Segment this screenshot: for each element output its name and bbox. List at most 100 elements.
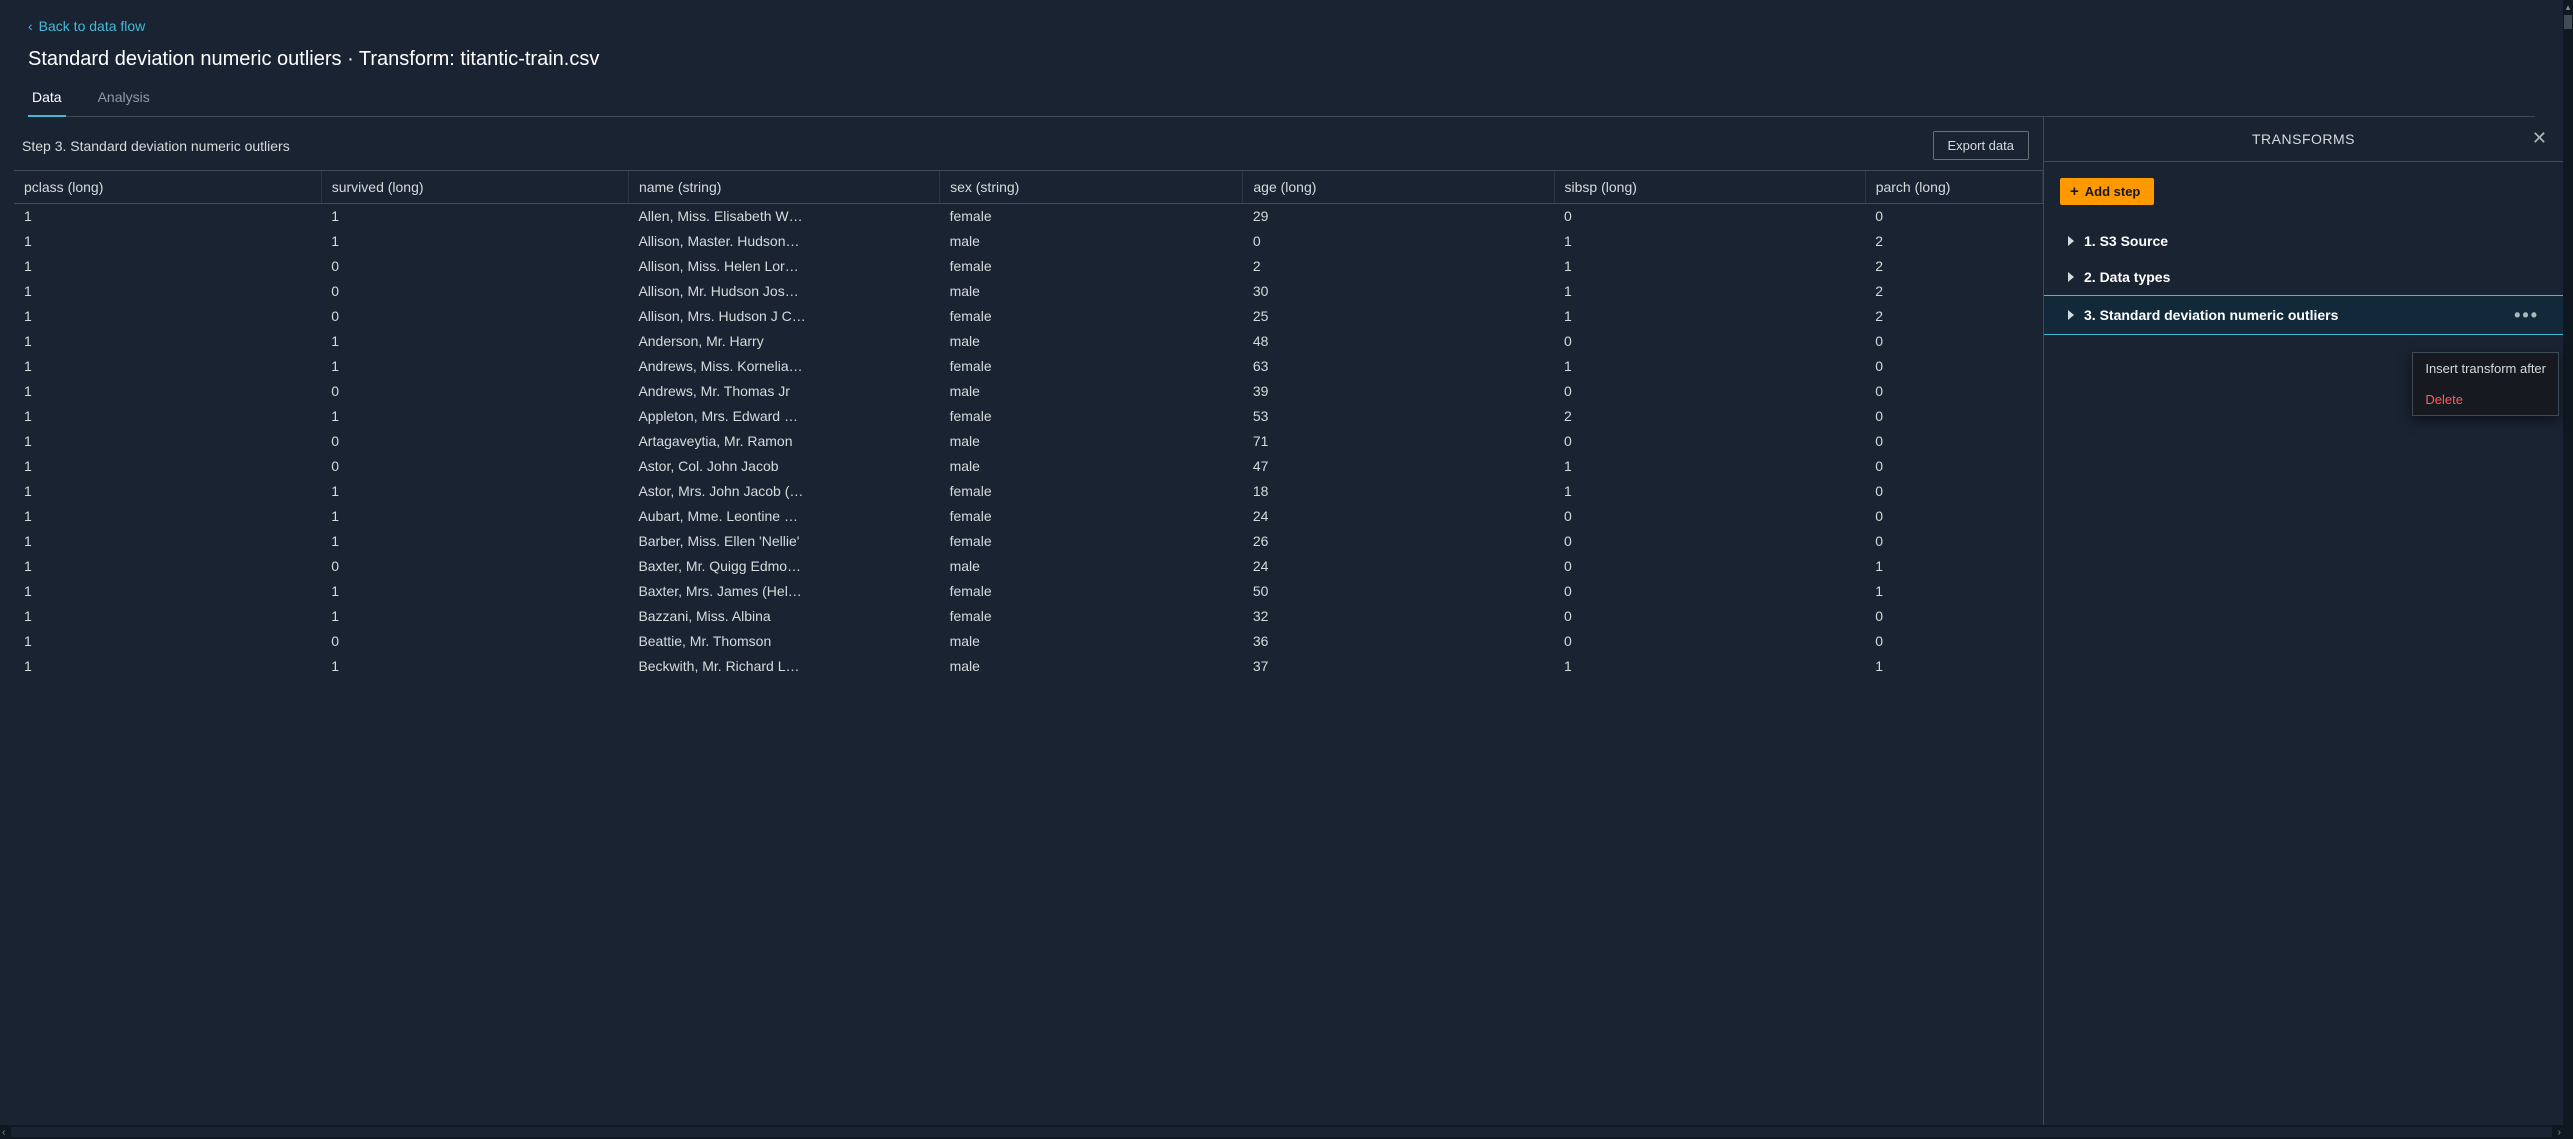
transform-step[interactable]: 3. Standard deviation numeric outliers••…: [2044, 295, 2563, 335]
cell: 0: [1865, 504, 2042, 529]
cell: female: [940, 204, 1243, 229]
cell: 1: [321, 354, 628, 379]
cell: Anderson, Mr. Harry: [628, 329, 939, 354]
table-row[interactable]: 11Aubart, Mme. Leontine …female2400: [14, 504, 2043, 529]
cell: 1: [14, 329, 321, 354]
transforms-panel: TRANSFORMS ✕ + Add step 1. S3 Source2. D…: [2043, 117, 2563, 1125]
cell: 0: [1865, 354, 2042, 379]
cell: 1: [14, 654, 321, 679]
cell: 1: [1554, 354, 1865, 379]
cell: 1: [14, 304, 321, 329]
add-step-button[interactable]: + Add step: [2060, 178, 2154, 205]
cell: 37: [1243, 654, 1554, 679]
table-row[interactable]: 10Artagaveytia, Mr. Ramonmale7100: [14, 429, 2043, 454]
cell: female: [940, 304, 1243, 329]
tab-data[interactable]: Data: [28, 89, 66, 117]
cell: female: [940, 354, 1243, 379]
data-table-scroll[interactable]: pclass (long)survived (long)name (string…: [14, 170, 2043, 1125]
cell: male: [940, 429, 1243, 454]
tab-analysis[interactable]: Analysis: [94, 89, 154, 116]
table-row[interactable]: 11Anderson, Mr. Harrymale4800: [14, 329, 2043, 354]
table-row[interactable]: 11Andrews, Miss. Kornelia…female6310: [14, 354, 2043, 379]
cell: male: [940, 229, 1243, 254]
cell: 0: [321, 379, 628, 404]
table-row[interactable]: 11Allen, Miss. Elisabeth W…female2900: [14, 204, 2043, 229]
cell: 1: [14, 379, 321, 404]
cell: 1: [14, 554, 321, 579]
cell: 0: [1865, 329, 2042, 354]
table-row[interactable]: 11Appleton, Mrs. Edward …female5320: [14, 404, 2043, 429]
column-header[interactable]: sibsp (long): [1554, 171, 1865, 204]
cell: 24: [1243, 504, 1554, 529]
scrollbar-thumb[interactable]: [2564, 15, 2572, 29]
cell: 0: [321, 629, 628, 654]
export-data-button[interactable]: Export data: [1933, 131, 2030, 160]
menu-item-delete[interactable]: Delete: [2413, 384, 2558, 415]
table-row[interactable]: 11Bazzani, Miss. Albinafemale3200: [14, 604, 2043, 629]
table-row[interactable]: 10Beattie, Mr. Thomsonmale3600: [14, 629, 2043, 654]
scroll-up-icon[interactable]: ▴: [2566, 2, 2571, 13]
cell: 0: [1554, 429, 1865, 454]
cell: 1: [321, 529, 628, 554]
data-table: pclass (long)survived (long)name (string…: [14, 171, 2043, 679]
cell: 29: [1243, 204, 1554, 229]
scrollbar-track[interactable]: [11, 1127, 2551, 1137]
caret-right-icon: [2068, 236, 2074, 246]
cell: 2: [1865, 304, 2042, 329]
cell: 63: [1243, 354, 1554, 379]
cell: 0: [1865, 379, 2042, 404]
scroll-left-icon[interactable]: ‹: [2, 1127, 5, 1138]
cell: 30: [1243, 279, 1554, 304]
table-row[interactable]: 11Beckwith, Mr. Richard L…male3711: [14, 654, 2043, 679]
column-header[interactable]: name (string): [628, 171, 939, 204]
transform-step-label: 1. S3 Source: [2084, 233, 2168, 249]
close-icon[interactable]: ✕: [2532, 129, 2547, 147]
cell: 0: [1865, 404, 2042, 429]
transform-step[interactable]: 2. Data types: [2060, 259, 2547, 295]
column-header[interactable]: sex (string): [940, 171, 1243, 204]
cell: Andrews, Mr. Thomas Jr: [628, 379, 939, 404]
table-row[interactable]: 11Baxter, Mrs. James (Hel…female5001: [14, 579, 2043, 604]
cell: 1: [1865, 554, 2042, 579]
table-row[interactable]: 10Astor, Col. John Jacobmale4710: [14, 454, 2043, 479]
table-row[interactable]: 10Allison, Miss. Helen Lor…female212: [14, 254, 2043, 279]
horizontal-scrollbar[interactable]: ‹ ›: [0, 1125, 2563, 1139]
column-header[interactable]: age (long): [1243, 171, 1554, 204]
cell: female: [940, 579, 1243, 604]
table-row[interactable]: 10Allison, Mr. Hudson Jos…male3012: [14, 279, 2043, 304]
cell: 25: [1243, 304, 1554, 329]
table-row[interactable]: 11Allison, Master. Hudson…male012: [14, 229, 2043, 254]
table-row[interactable]: 10Andrews, Mr. Thomas Jrmale3900: [14, 379, 2043, 404]
cell: 1: [321, 204, 628, 229]
scroll-right-icon[interactable]: ›: [2558, 1127, 2561, 1138]
cell: male: [940, 454, 1243, 479]
column-header[interactable]: parch (long): [1865, 171, 2042, 204]
cell: 1: [14, 529, 321, 554]
cell: Beckwith, Mr. Richard L…: [628, 654, 939, 679]
table-row[interactable]: 10Allison, Mrs. Hudson J C…female2512: [14, 304, 2043, 329]
menu-item-insert-after[interactable]: Insert transform after: [2413, 353, 2558, 384]
table-row[interactable]: 11Astor, Mrs. John Jacob (…female1810: [14, 479, 2043, 504]
cell: 1: [14, 479, 321, 504]
cell: 2: [1865, 254, 2042, 279]
cell: 1: [14, 254, 321, 279]
back-link[interactable]: ‹ Back to data flow: [28, 18, 145, 34]
table-row[interactable]: 10Baxter, Mr. Quigg Edmo…male2401: [14, 554, 2043, 579]
chevron-left-icon: ‹: [28, 19, 33, 33]
cell: 0: [1554, 579, 1865, 604]
column-header[interactable]: survived (long): [321, 171, 628, 204]
cell: Appleton, Mrs. Edward …: [628, 404, 939, 429]
transform-step[interactable]: 1. S3 Source: [2060, 223, 2547, 259]
more-icon[interactable]: •••: [2514, 306, 2539, 324]
transform-step-label: 2. Data types: [2084, 269, 2170, 285]
cell: 1: [321, 654, 628, 679]
column-header[interactable]: pclass (long): [14, 171, 321, 204]
vertical-scrollbar[interactable]: ▴: [2563, 0, 2573, 1139]
cell: 0: [1243, 229, 1554, 254]
cell: 0: [1554, 554, 1865, 579]
cell: 24: [1243, 554, 1554, 579]
cell: 1: [14, 404, 321, 429]
cell: 1: [1554, 254, 1865, 279]
cell: 0: [321, 454, 628, 479]
table-row[interactable]: 11Barber, Miss. Ellen 'Nellie'female2600: [14, 529, 2043, 554]
